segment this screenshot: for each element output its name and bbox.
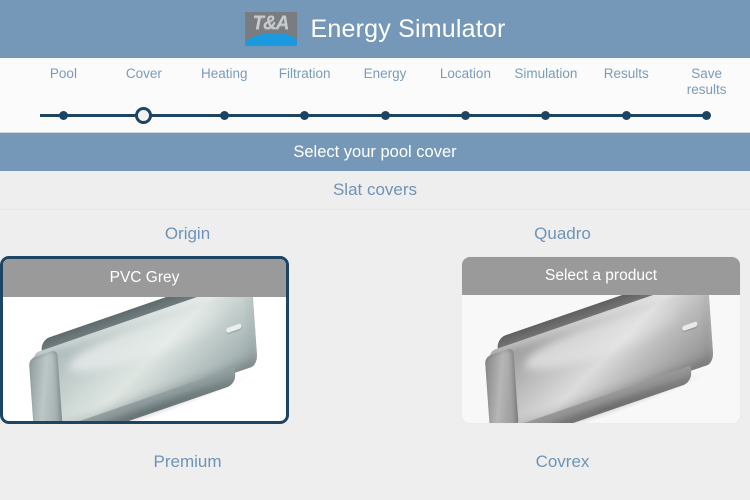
product-row-1: Origin PVC Grey Quadro Select a product — [0, 210, 750, 424]
step-results[interactable]: Results — [583, 58, 669, 82]
step-label-results: Results — [603, 66, 649, 81]
product-title-covrex[interactable]: Covrex — [375, 438, 750, 484]
step-location[interactable]: Location — [422, 58, 508, 82]
group-heading-slat-covers: Slat covers — [0, 171, 750, 209]
step-dot-heating[interactable] — [219, 111, 229, 120]
step-energy[interactable]: Energy — [342, 58, 428, 82]
step-label-energy: Energy — [363, 66, 407, 81]
step-pool[interactable]: Pool — [20, 58, 106, 82]
step-label-location: Location — [439, 66, 491, 81]
section-banner-text: Select your pool cover — [293, 142, 457, 161]
product-col-covrex: Covrex — [375, 438, 750, 484]
step-dot-simulation[interactable] — [541, 111, 551, 120]
product-card-label-origin: PVC Grey — [3, 259, 286, 297]
step-label-simulation: Simulation — [514, 66, 578, 81]
product-grid: Origin PVC Grey Quadro Select a product … — [0, 210, 750, 484]
step-dot-save-results[interactable] — [702, 111, 712, 120]
product-card-body-quadro — [462, 271, 740, 423]
product-card-quadro[interactable]: Select a product — [461, 256, 741, 424]
step-dot-filtration[interactable] — [300, 111, 310, 120]
step-save-results[interactable]: Save results — [677, 58, 737, 98]
step-filtration[interactable]: Filtration — [262, 58, 348, 82]
step-label-filtration: Filtration — [278, 66, 331, 81]
product-title-origin: Origin — [164, 224, 211, 243]
product-card-label-quadro: Select a product — [462, 257, 740, 295]
step-label-save-results: Save results — [686, 66, 727, 97]
step-cover[interactable]: Cover — [101, 58, 187, 82]
step-dot-cover-active[interactable] — [135, 107, 153, 124]
step-dot-pool[interactable] — [58, 111, 68, 120]
step-label-heating: Heating — [200, 66, 248, 81]
product-col-premium: Premium — [0, 438, 375, 484]
section-banner: Select your pool cover — [0, 133, 750, 171]
ta-wave-logo-icon: T&A — [244, 12, 297, 46]
step-dot-location[interactable] — [460, 111, 470, 120]
app-header: T&A Energy Simulator — [0, 0, 750, 58]
stepper: Pool Cover Heating Filtration Energy Loc… — [40, 58, 727, 132]
product-title-quadro: Quadro — [534, 224, 591, 243]
step-dot-results[interactable] — [621, 111, 631, 120]
step-heating[interactable]: Heating — [181, 58, 267, 82]
step-dot-energy[interactable] — [380, 111, 390, 120]
app-title: Energy Simulator — [310, 14, 506, 43]
product-col-origin: Origin PVC Grey — [0, 210, 375, 424]
stepper-bar: Pool Cover Heating Filtration Energy Loc… — [0, 58, 750, 133]
product-row-2: Premium Covrex — [0, 438, 750, 484]
step-simulation[interactable]: Simulation — [503, 58, 589, 82]
group-heading-text: Slat covers — [332, 180, 418, 199]
step-label-pool: Pool — [49, 66, 77, 81]
product-col-quadro: Quadro Select a product — [375, 210, 750, 424]
product-card-body-origin — [3, 273, 286, 421]
product-card-origin[interactable]: PVC Grey — [0, 256, 289, 424]
product-title-premium[interactable]: Premium — [0, 438, 375, 484]
step-label-cover: Cover — [125, 66, 162, 81]
